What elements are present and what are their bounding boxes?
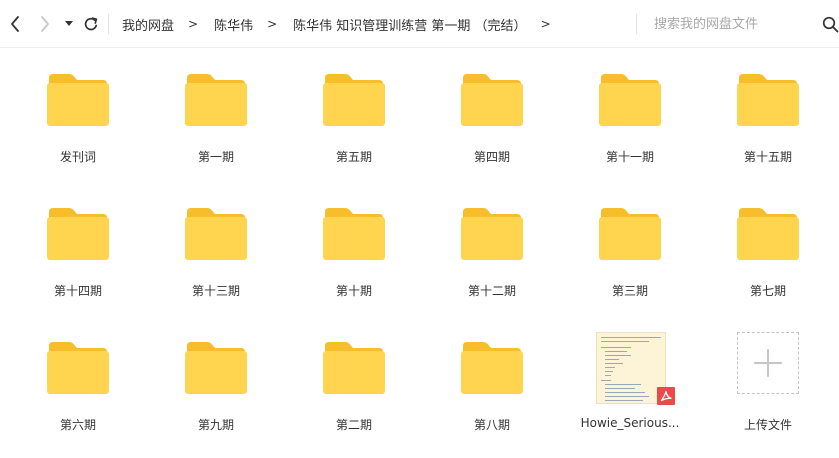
refresh-icon bbox=[84, 17, 98, 31]
folder-name: 第十三期 bbox=[191, 284, 240, 298]
folder-icon bbox=[737, 208, 799, 260]
folder-item[interactable]: 第十三期 bbox=[147, 190, 285, 324]
search-icon bbox=[822, 16, 839, 33]
folder-name: 第十五期 bbox=[743, 150, 792, 164]
folder-item[interactable]: 第十四期 bbox=[9, 190, 147, 324]
folder-icon bbox=[461, 208, 523, 260]
folder-icon bbox=[323, 342, 385, 394]
folder-name: 第三期 bbox=[611, 284, 648, 298]
folder-name: 第二期 bbox=[335, 418, 372, 432]
folder-item[interactable]: 第七期 bbox=[699, 190, 837, 324]
folder-item[interactable]: 第二期 bbox=[285, 324, 423, 458]
search-button[interactable] bbox=[822, 16, 839, 33]
chevron-right-icon bbox=[41, 16, 49, 32]
file-item[interactable]: Howie_Serious... bbox=[561, 324, 699, 458]
toolbar-divider bbox=[108, 14, 109, 34]
history-dropdown-button[interactable] bbox=[60, 12, 78, 36]
breadcrumb: 我的网盘 > 陈华伟 > 陈华伟 知识管理训练营 第一期 （完结） > bbox=[122, 0, 551, 48]
upload-label: 上传文件 bbox=[743, 418, 792, 432]
folder-name: 发刊词 bbox=[59, 150, 96, 164]
folder-name: 第十四期 bbox=[53, 284, 102, 298]
caret-down-icon bbox=[65, 21, 73, 26]
folder-item[interactable]: 第三期 bbox=[561, 190, 699, 324]
breadcrumb-item-root[interactable]: 我的网盘 bbox=[122, 15, 174, 34]
pdf-icon bbox=[657, 387, 675, 405]
folder-name: 第十期 bbox=[335, 284, 372, 298]
folder-icon bbox=[47, 208, 109, 260]
folder-icon bbox=[599, 74, 661, 126]
folder-name: 第九期 bbox=[197, 418, 234, 432]
folder-name: 第七期 bbox=[749, 284, 786, 298]
folder-icon bbox=[47, 74, 109, 126]
folder-item[interactable]: 发刊词 bbox=[9, 56, 147, 190]
folder-item[interactable]: 第十二期 bbox=[423, 190, 561, 324]
back-button[interactable] bbox=[4, 12, 26, 36]
breadcrumb-separator[interactable]: > bbox=[541, 17, 551, 31]
breadcrumb-separator: > bbox=[188, 17, 199, 31]
folder-name: 第十一期 bbox=[605, 150, 654, 164]
folder-icon bbox=[323, 208, 385, 260]
folder-item[interactable]: 第一期 bbox=[147, 56, 285, 190]
forward-button[interactable] bbox=[34, 12, 56, 36]
breadcrumb-separator: > bbox=[267, 17, 278, 31]
folder-icon bbox=[599, 208, 661, 260]
folder-item[interactable]: 第十一期 bbox=[561, 56, 699, 190]
search-divider bbox=[636, 14, 637, 34]
file-name: Howie_Serious... bbox=[580, 416, 680, 430]
folder-name: 第一期 bbox=[197, 150, 234, 164]
folder-icon bbox=[461, 74, 523, 126]
folder-name: 第八期 bbox=[473, 418, 510, 432]
folder-icon bbox=[185, 74, 247, 126]
toolbar: 我的网盘 > 陈华伟 > 陈华伟 知识管理训练营 第一期 （完结） > bbox=[0, 0, 839, 48]
breadcrumb-item-owner[interactable]: 陈华伟 bbox=[214, 15, 253, 34]
refresh-button[interactable] bbox=[80, 12, 102, 36]
upload-tile[interactable]: 上传文件 bbox=[699, 324, 837, 458]
folder-icon bbox=[737, 74, 799, 126]
folder-item[interactable]: 第八期 bbox=[423, 324, 561, 458]
folder-item[interactable]: 第四期 bbox=[423, 56, 561, 190]
folder-name: 第十二期 bbox=[467, 284, 516, 298]
folder-icon bbox=[185, 208, 247, 260]
folder-name: 第六期 bbox=[59, 418, 96, 432]
chevron-left-icon bbox=[11, 16, 19, 32]
folder-item[interactable]: 第九期 bbox=[147, 324, 285, 458]
folder-icon bbox=[323, 74, 385, 126]
document-thumbnail bbox=[596, 332, 666, 404]
folder-icon bbox=[185, 342, 247, 394]
folder-name: 第五期 bbox=[335, 150, 372, 164]
folder-item[interactable]: 第十期 bbox=[285, 190, 423, 324]
upload-button[interactable] bbox=[737, 332, 799, 394]
folder-item[interactable]: 第六期 bbox=[9, 324, 147, 458]
plus-icon bbox=[754, 349, 782, 377]
breadcrumb-item-current[interactable]: 陈华伟 知识管理训练营 第一期 （完结） bbox=[293, 15, 526, 34]
folder-icon bbox=[47, 342, 109, 394]
file-grid: 发刊词 第一期 第五期 第四期 第十一期 第十五期 第十四期 第十三期 第十期 … bbox=[9, 56, 839, 458]
search-input[interactable] bbox=[654, 12, 814, 36]
folder-item[interactable]: 第五期 bbox=[285, 56, 423, 190]
folder-item[interactable]: 第十五期 bbox=[699, 56, 837, 190]
folder-icon bbox=[461, 342, 523, 394]
folder-name: 第四期 bbox=[473, 150, 510, 164]
